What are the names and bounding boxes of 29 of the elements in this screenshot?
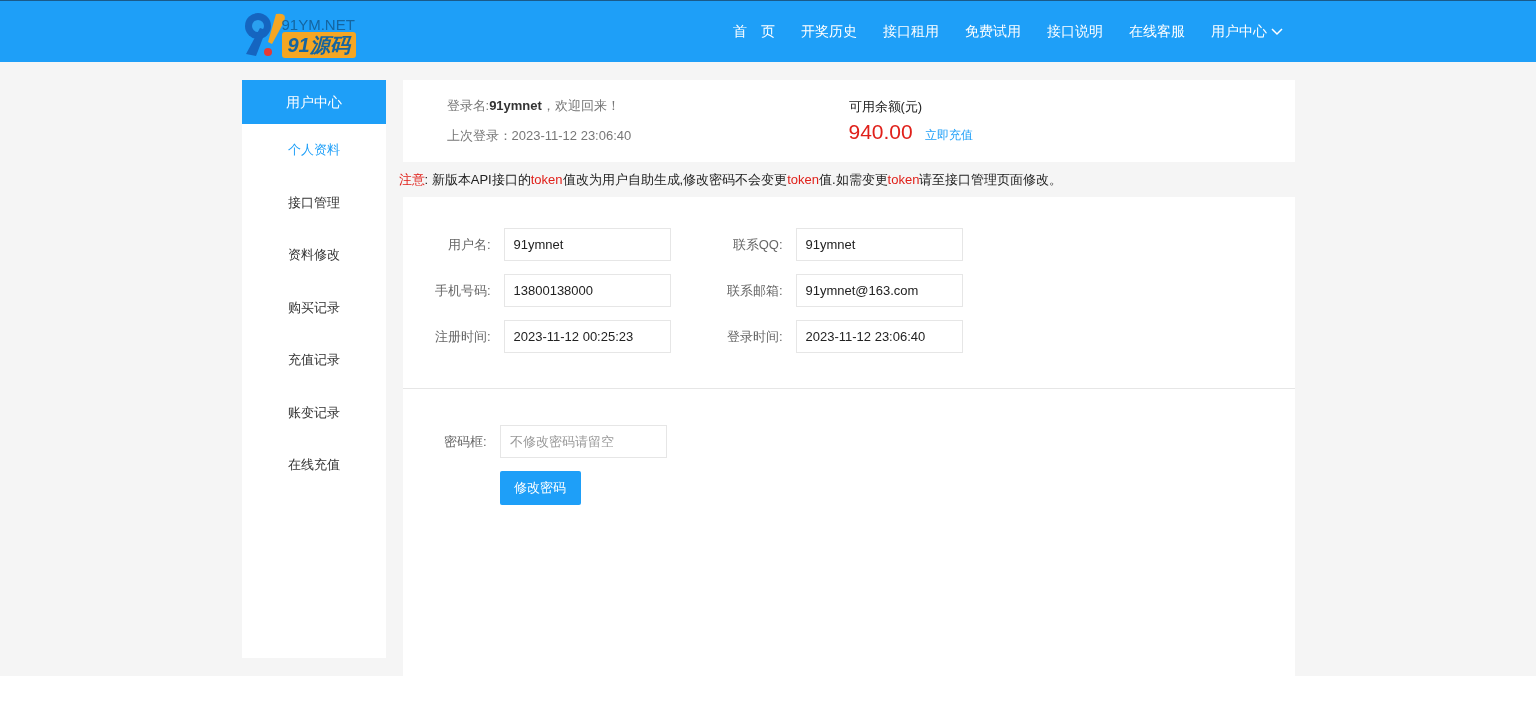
sidebar-item[interactable]: 接口管理 bbox=[241, 176, 386, 229]
field-label: 用户名: bbox=[446, 235, 492, 254]
logo-name: 91源码 bbox=[281, 31, 356, 58]
field-label: 登录时间: bbox=[725, 327, 784, 346]
field-label: 密码框: bbox=[442, 432, 488, 451]
sidebar-title: 用户中心 bbox=[241, 80, 386, 124]
sidebar-item[interactable]: 在线充值 bbox=[241, 439, 386, 492]
input-field[interactable]: 91ymnet bbox=[503, 228, 671, 261]
logo-domain: 91YM.NET bbox=[281, 16, 356, 32]
notice-text: 注意: 新版本API接口的token值改为用户自助生成,修改密码不会变更token值.如需变更token请至接口管理页面修改。 bbox=[398, 171, 1064, 189]
sidebar-item[interactable]: 购买记录 bbox=[241, 281, 386, 334]
balance-amount: 940.00 bbox=[848, 120, 913, 144]
welcome-text: 登录名:91ymnet，欢迎回来！ bbox=[446, 97, 621, 115]
password-field[interactable]: 不修改密码请留空 bbox=[499, 425, 667, 458]
input-field[interactable]: 2023-11-12 00:25:23 bbox=[503, 320, 671, 353]
input-field[interactable]: 91ymnet bbox=[795, 228, 963, 261]
input-field[interactable]: 13800138000 bbox=[503, 274, 671, 307]
last-login-text: 上次登录：2023-11-12 23:06:40 bbox=[446, 127, 633, 145]
input-field[interactable]: 2023-11-12 23:06:40 bbox=[795, 320, 963, 353]
sidebar-item[interactable]: 账变记录 bbox=[241, 386, 386, 439]
field-label: 联系QQ: bbox=[731, 235, 784, 254]
balance-label: 可用余额(元) bbox=[848, 98, 924, 116]
chevron-down-icon bbox=[1270, 27, 1283, 36]
field-label: 注册时间: bbox=[433, 327, 492, 346]
field-label: 联系邮箱: bbox=[725, 281, 784, 300]
input-field[interactable]: 91ymnet@163.com bbox=[795, 274, 963, 307]
field-label: 手机号码: bbox=[433, 281, 492, 300]
sidebar-item[interactable]: 充值记录 bbox=[241, 334, 386, 387]
sidebar-item[interactable]: 资料修改 bbox=[241, 229, 386, 282]
